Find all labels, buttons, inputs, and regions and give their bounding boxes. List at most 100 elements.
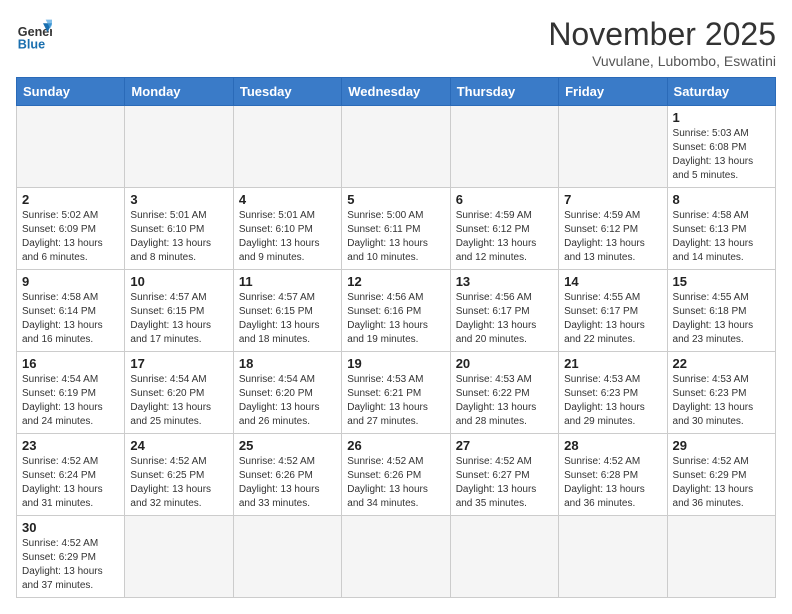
day-info: Sunrise: 4:52 AM Sunset: 6:26 PM Dayligh… [239, 455, 336, 511]
calendar-cell [17, 106, 125, 188]
day-info: Sunrise: 4:52 AM Sunset: 6:26 PM Dayligh… [347, 455, 444, 511]
calendar-cell: 14 Sunrise: 4:55 AM Sunset: 6:17 PM Dayli… [559, 270, 667, 352]
day-number: 25 [239, 438, 336, 453]
calendar-week-row: 23 Sunrise: 4:52 AM Sunset: 6:24 PM Dayli… [17, 434, 776, 516]
calendar-cell [667, 516, 775, 598]
svg-text:Blue: Blue [18, 37, 45, 51]
day-info: Sunrise: 5:01 AM Sunset: 6:10 PM Dayligh… [239, 209, 336, 265]
weekday-header-sunday: Sunday [17, 78, 125, 106]
day-number: 16 [22, 356, 119, 371]
day-info: Sunrise: 4:58 AM Sunset: 6:13 PM Dayligh… [673, 209, 770, 265]
weekday-header-tuesday: Tuesday [233, 78, 341, 106]
day-number: 7 [564, 192, 661, 207]
day-number: 30 [22, 520, 119, 535]
day-info: Sunrise: 4:52 AM Sunset: 6:29 PM Dayligh… [22, 537, 119, 593]
calendar-cell: 13 Sunrise: 4:56 AM Sunset: 6:17 PM Dayli… [450, 270, 558, 352]
day-info: Sunrise: 4:56 AM Sunset: 6:17 PM Dayligh… [456, 291, 553, 347]
day-info: Sunrise: 4:56 AM Sunset: 6:16 PM Dayligh… [347, 291, 444, 347]
day-number: 19 [347, 356, 444, 371]
day-info: Sunrise: 4:57 AM Sunset: 6:15 PM Dayligh… [130, 291, 227, 347]
day-number: 6 [456, 192, 553, 207]
day-info: Sunrise: 4:52 AM Sunset: 6:25 PM Dayligh… [130, 455, 227, 511]
day-info: Sunrise: 4:54 AM Sunset: 6:19 PM Dayligh… [22, 373, 119, 429]
title-block: November 2025 Vuvulane, Lubombo, Eswatin… [548, 16, 776, 69]
day-info: Sunrise: 4:59 AM Sunset: 6:12 PM Dayligh… [564, 209, 661, 265]
calendar-cell: 22 Sunrise: 4:53 AM Sunset: 6:23 PM Dayli… [667, 352, 775, 434]
calendar-cell: 25 Sunrise: 4:52 AM Sunset: 6:26 PM Dayli… [233, 434, 341, 516]
day-info: Sunrise: 4:52 AM Sunset: 6:29 PM Dayligh… [673, 455, 770, 511]
day-number: 29 [673, 438, 770, 453]
day-number: 12 [347, 274, 444, 289]
day-info: Sunrise: 5:01 AM Sunset: 6:10 PM Dayligh… [130, 209, 227, 265]
day-number: 10 [130, 274, 227, 289]
calendar-cell [125, 516, 233, 598]
calendar-week-row: 16 Sunrise: 4:54 AM Sunset: 6:19 PM Dayli… [17, 352, 776, 434]
weekday-header-thursday: Thursday [450, 78, 558, 106]
day-number: 20 [456, 356, 553, 371]
day-number: 15 [673, 274, 770, 289]
day-number: 4 [239, 192, 336, 207]
day-info: Sunrise: 5:00 AM Sunset: 6:11 PM Dayligh… [347, 209, 444, 265]
day-info: Sunrise: 4:52 AM Sunset: 6:28 PM Dayligh… [564, 455, 661, 511]
calendar-cell [233, 516, 341, 598]
day-number: 3 [130, 192, 227, 207]
day-number: 13 [456, 274, 553, 289]
day-info: Sunrise: 4:53 AM Sunset: 6:23 PM Dayligh… [673, 373, 770, 429]
calendar-cell: 17Sunrise: 4:54 AM Sunset: 6:20 PM Dayli… [125, 352, 233, 434]
day-number: 23 [22, 438, 119, 453]
weekday-header-row: SundayMondayTuesdayWednesdayThursdayFrid… [17, 78, 776, 106]
calendar-cell: 21Sunrise: 4:53 AM Sunset: 6:23 PM Dayli… [559, 352, 667, 434]
calendar-cell: 10 Sunrise: 4:57 AM Sunset: 6:15 PM Dayli… [125, 270, 233, 352]
logo-icon: General Blue [16, 16, 52, 52]
day-info: Sunrise: 4:54 AM Sunset: 6:20 PM Dayligh… [239, 373, 336, 429]
day-number: 27 [456, 438, 553, 453]
day-number: 8 [673, 192, 770, 207]
day-number: 26 [347, 438, 444, 453]
calendar-cell: 1Sunrise: 5:03 AM Sunset: 6:08 PM Daylig… [667, 106, 775, 188]
calendar-cell: 16 Sunrise: 4:54 AM Sunset: 6:19 PM Dayli… [17, 352, 125, 434]
calendar-cell [125, 106, 233, 188]
day-info: Sunrise: 4:55 AM Sunset: 6:17 PM Dayligh… [564, 291, 661, 347]
calendar-cell: 29 Sunrise: 4:52 AM Sunset: 6:29 PM Dayli… [667, 434, 775, 516]
calendar-cell: 11 Sunrise: 4:57 AM Sunset: 6:15 PM Dayli… [233, 270, 341, 352]
day-info: Sunrise: 4:53 AM Sunset: 6:21 PM Dayligh… [347, 373, 444, 429]
day-number: 22 [673, 356, 770, 371]
day-number: 11 [239, 274, 336, 289]
calendar-week-row: 2 Sunrise: 5:02 AM Sunset: 6:09 PM Daylig… [17, 188, 776, 270]
calendar-week-row: 30 Sunrise: 4:52 AM Sunset: 6:29 PM Dayli… [17, 516, 776, 598]
calendar-cell [233, 106, 341, 188]
calendar-week-row: 1Sunrise: 5:03 AM Sunset: 6:08 PM Daylig… [17, 106, 776, 188]
day-info: Sunrise: 5:02 AM Sunset: 6:09 PM Dayligh… [22, 209, 119, 265]
calendar-cell: 19 Sunrise: 4:53 AM Sunset: 6:21 PM Dayli… [342, 352, 450, 434]
day-number: 24 [130, 438, 227, 453]
weekday-header-monday: Monday [125, 78, 233, 106]
day-info: Sunrise: 4:52 AM Sunset: 6:24 PM Dayligh… [22, 455, 119, 511]
day-number: 28 [564, 438, 661, 453]
logo: General Blue [16, 16, 52, 52]
day-info: Sunrise: 4:57 AM Sunset: 6:15 PM Dayligh… [239, 291, 336, 347]
weekday-header-friday: Friday [559, 78, 667, 106]
day-info: Sunrise: 4:58 AM Sunset: 6:14 PM Dayligh… [22, 291, 119, 347]
calendar-cell [342, 106, 450, 188]
day-number: 17 [130, 356, 227, 371]
calendar-cell: 26 Sunrise: 4:52 AM Sunset: 6:26 PM Dayli… [342, 434, 450, 516]
calendar-cell: 28 Sunrise: 4:52 AM Sunset: 6:28 PM Dayli… [559, 434, 667, 516]
day-number: 14 [564, 274, 661, 289]
calendar-cell: 18 Sunrise: 4:54 AM Sunset: 6:20 PM Dayli… [233, 352, 341, 434]
calendar-cell: 23 Sunrise: 4:52 AM Sunset: 6:24 PM Dayli… [17, 434, 125, 516]
calendar-cell: 8 Sunrise: 4:58 AM Sunset: 6:13 PM Daylig… [667, 188, 775, 270]
calendar-cell [450, 106, 558, 188]
day-number: 2 [22, 192, 119, 207]
day-number: 18 [239, 356, 336, 371]
calendar-cell: 4 Sunrise: 5:01 AM Sunset: 6:10 PM Daylig… [233, 188, 341, 270]
calendar-cell: 6Sunrise: 4:59 AM Sunset: 6:12 PM Daylig… [450, 188, 558, 270]
day-info: Sunrise: 5:03 AM Sunset: 6:08 PM Dayligh… [673, 127, 770, 183]
calendar-cell: 5Sunrise: 5:00 AM Sunset: 6:11 PM Daylig… [342, 188, 450, 270]
month-title: November 2025 [548, 16, 776, 53]
calendar-cell: 27 Sunrise: 4:52 AM Sunset: 6:27 PM Dayli… [450, 434, 558, 516]
calendar-cell: 15Sunrise: 4:55 AM Sunset: 6:18 PM Dayli… [667, 270, 775, 352]
day-info: Sunrise: 4:52 AM Sunset: 6:27 PM Dayligh… [456, 455, 553, 511]
calendar-cell: 12 Sunrise: 4:56 AM Sunset: 6:16 PM Dayli… [342, 270, 450, 352]
calendar-cell: 20Sunrise: 4:53 AM Sunset: 6:22 PM Dayli… [450, 352, 558, 434]
calendar-cell [450, 516, 558, 598]
